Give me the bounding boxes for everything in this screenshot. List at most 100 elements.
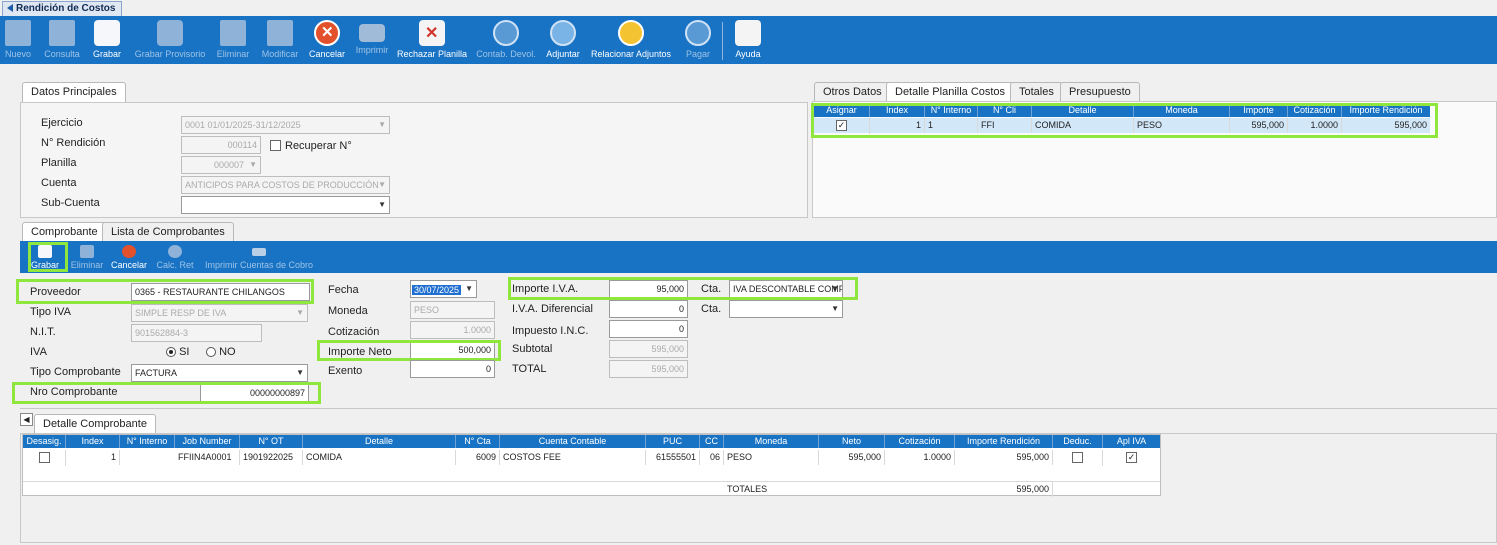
col-desasig[interactable]: Desasig. (23, 435, 66, 448)
window-title: Rendición de Costos (16, 3, 116, 14)
impuesto-inc-label: Impuesto I.N.C. (512, 325, 589, 337)
deduc-checkbox[interactable] (1072, 452, 1083, 463)
col-apl-iva[interactable]: Apl IVA (1103, 435, 1160, 448)
tab-otros-datos[interactable]: Otros Datos (814, 82, 891, 102)
cancel-icon (314, 20, 340, 46)
calc-icon (168, 245, 182, 258)
print-icon (252, 248, 266, 256)
col-cotizacion[interactable]: Cotización (885, 435, 955, 448)
highlight-grabar (28, 242, 68, 272)
moneda-field[interactable]: PESO (410, 301, 495, 319)
col-importe-rendicion[interactable]: Importe Rendición (955, 435, 1053, 448)
calc-ret-button[interactable]: Calc. Ret (154, 245, 196, 270)
collapse-arrow-icon[interactable]: ◀ (20, 413, 33, 426)
highlight-importe-iva (508, 277, 858, 300)
print-icon (359, 24, 385, 42)
comprobante-toolbar: Grabar Eliminar Cancelar Calc. Ret Impri… (20, 241, 1497, 273)
pay-icon (685, 20, 711, 46)
nit-field[interactable]: 901562884-3 (131, 324, 262, 342)
tipo-comprobante-select[interactable]: FACTURA ▼ (131, 364, 308, 382)
exento-field[interactable]: 0 (410, 360, 495, 378)
delete-button[interactable]: Eliminar (214, 20, 252, 62)
cuenta-select[interactable]: ANTICIPOS PARA COSTOS DE PRODUCCIÓN ▼ (181, 176, 390, 194)
highlight-importe-neto (317, 340, 501, 361)
table-row[interactable]: 1 FFIIN4A0001 1901922025 COMIDA 6009 COS… (23, 450, 1160, 466)
fecha-field[interactable]: 30/07/2025 ▼ (410, 280, 477, 298)
radio-empty-icon (206, 347, 216, 358)
impuesto-inc-field[interactable]: 0 (609, 320, 688, 338)
print-button[interactable]: Imprimir (352, 20, 392, 62)
cta2-select[interactable]: ▼ (729, 300, 843, 318)
rendicion-field[interactable]: 000114 (181, 136, 261, 154)
col-deduc[interactable]: Deduc. (1053, 435, 1103, 448)
iva-label: IVA (30, 346, 47, 358)
save-draft-button[interactable]: Grabar Provisorio (132, 20, 208, 62)
tipo-iva-label: Tipo IVA (30, 306, 71, 318)
apl-iva-checkbox[interactable]: ✓ (1126, 452, 1137, 463)
col-neto[interactable]: Neto (819, 435, 885, 448)
attach-button[interactable]: Adjuntar (544, 20, 582, 62)
help-icon (735, 20, 761, 46)
tab-totales[interactable]: Totales (1010, 82, 1063, 102)
col-job-number[interactable]: Job Number (175, 435, 240, 448)
attach-icon (550, 20, 576, 46)
pay-button[interactable]: Pagar (682, 20, 714, 62)
accounting-icon (493, 20, 519, 46)
col-moneda[interactable]: Moneda (724, 435, 819, 448)
tab-detalle-planilla-costos[interactable]: Detalle Planilla Costos (886, 82, 1015, 102)
window-title-tab[interactable]: Rendición de Costos (2, 1, 123, 16)
subcuenta-select[interactable]: ▼ (181, 196, 390, 214)
tab-datos-principales[interactable]: Datos Principales (22, 82, 126, 103)
edit-button[interactable]: Modificar (258, 20, 302, 62)
link-attachments-button[interactable]: Relacionar Adjuntos (588, 20, 674, 62)
exento-label: Exento (328, 365, 363, 377)
query-button[interactable]: Consulta (42, 20, 82, 62)
sub-delete-button[interactable]: Eliminar (70, 245, 104, 270)
iva-diferencial-field[interactable]: 0 (609, 300, 688, 318)
col-cta[interactable]: N° Cta (456, 435, 500, 448)
iva-no-radio[interactable]: NO (206, 346, 236, 358)
col-cc[interactable]: CC (700, 435, 724, 448)
sub-cancel-button[interactable]: Cancelar (110, 245, 148, 270)
chevron-down-icon: ▼ (378, 120, 386, 129)
print-cuentas-cobro-button[interactable]: Imprimir Cuentas de Cobro (202, 245, 316, 270)
cotizacion-field[interactable]: 1.0000 (410, 321, 495, 339)
chevron-down-icon: ▼ (249, 160, 257, 169)
cancel-button[interactable]: Cancelar (306, 20, 348, 62)
col-detalle[interactable]: Detalle (303, 435, 456, 448)
planilla-label: Planilla (41, 157, 77, 169)
cta2-label: Cta. (701, 303, 722, 315)
detalle-grid-header: Desasig. Index N° Interno Job Number N° … (23, 435, 1160, 448)
reject-sheet-button[interactable]: Rechazar Planilla (396, 20, 468, 62)
col-interno[interactable]: N° Interno (120, 435, 175, 448)
cancel-icon (122, 245, 136, 258)
query-icon (49, 20, 75, 46)
main-toolbar: Nuevo Consulta Grabar Grabar Provisorio … (0, 16, 1497, 64)
col-index[interactable]: Index (66, 435, 120, 448)
new-button[interactable]: Nuevo (2, 20, 34, 62)
col-puc[interactable]: PUC (646, 435, 700, 448)
chevron-down-icon: ▼ (831, 304, 839, 313)
col-ot[interactable]: N° OT (240, 435, 303, 448)
help-button[interactable]: Ayuda (732, 20, 764, 62)
tab-presupuesto[interactable]: Presupuesto (1060, 82, 1140, 102)
chevron-down-icon: ▼ (296, 308, 304, 317)
chevron-down-icon: ▼ (296, 368, 304, 377)
subtotal-label: Subtotal (512, 343, 553, 355)
tab-comprobante[interactable]: Comprobante (22, 222, 107, 242)
tab-lista-comprobantes[interactable]: Lista de Comprobantes (102, 222, 234, 242)
col-cuenta-contable[interactable]: Cuenta Contable (500, 435, 646, 448)
iva-si-radio[interactable]: SI (166, 346, 189, 358)
save-button[interactable]: Grabar (90, 20, 124, 62)
back-arrow-icon (7, 4, 13, 13)
datos-principales-panel (20, 102, 808, 218)
recuperar-checkbox[interactable] (270, 140, 281, 151)
planilla-select[interactable]: 000007 ▼ (181, 156, 261, 174)
desasig-checkbox[interactable] (38, 452, 50, 463)
link-attachments-icon (618, 20, 644, 46)
accounting-return-button[interactable]: Contab. Devol. (474, 20, 538, 62)
tipo-iva-select[interactable]: SIMPLE RESP DE IVA ▼ (131, 304, 308, 322)
ejercicio-select[interactable]: 0001 01/01/2025-31/12/2025 ▼ (181, 116, 390, 134)
calendar-dropdown-icon: ▼ (465, 284, 473, 293)
tab-detalle-comprobante[interactable]: Detalle Comprobante (34, 414, 156, 434)
